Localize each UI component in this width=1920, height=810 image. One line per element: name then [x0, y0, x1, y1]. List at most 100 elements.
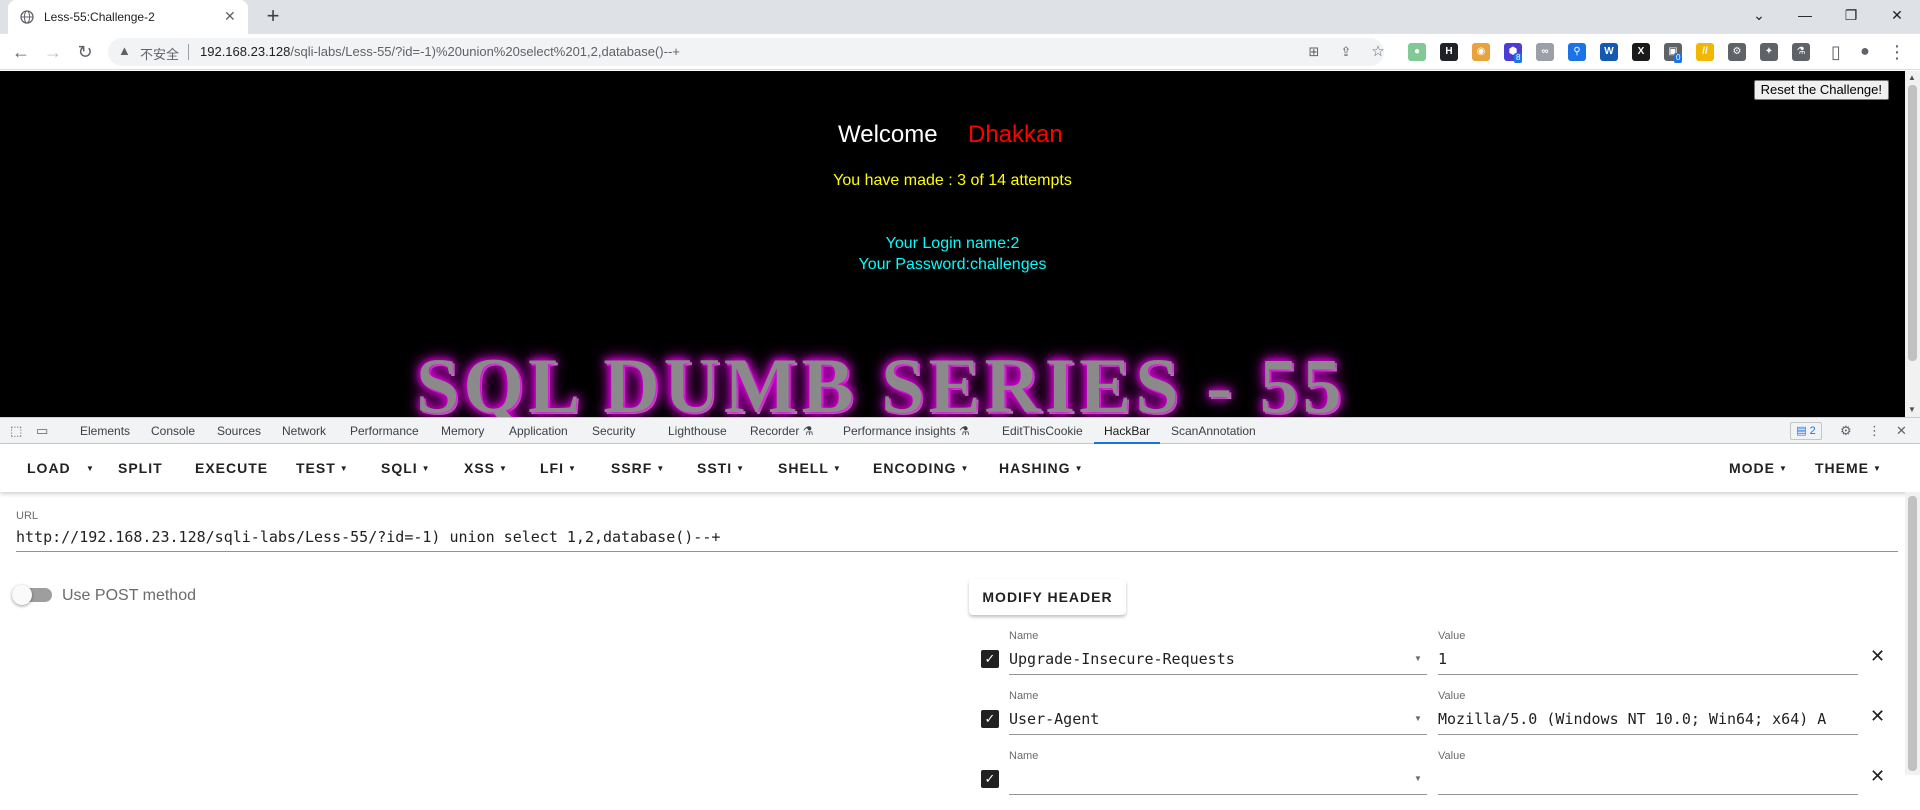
browser-menu-icon[interactable]: ⋮: [1885, 40, 1909, 64]
sidebar-icon[interactable]: ▯: [1824, 40, 1848, 64]
post-method-toggle-knob[interactable]: [12, 585, 32, 605]
omnibox-separator: [188, 44, 189, 60]
globe-icon: [20, 10, 34, 24]
profile-avatar-icon[interactable]: ●: [1853, 40, 1877, 64]
theme-menu[interactable]: THEME ▼: [1815, 460, 1882, 476]
header-enable-checkbox[interactable]: ✓: [981, 770, 999, 788]
header-name-dropdown-icon[interactable]: ▼: [1414, 654, 1422, 663]
devtools-tab-memory[interactable]: Memory: [441, 424, 484, 438]
hackbar-scroll-thumb[interactable]: [1908, 496, 1917, 771]
scroll-up-icon[interactable]: ▲: [1908, 73, 1916, 82]
devtools-tab-hackbar[interactable]: HackBar: [1104, 424, 1150, 438]
devtools-tab-recorder[interactable]: Recorder ⚗: [750, 424, 813, 438]
devtools-tab-security[interactable]: Security: [592, 424, 635, 438]
share-icon[interactable]: ⇪: [1338, 44, 1354, 60]
devtools-tab-performance[interactable]: Performance: [350, 424, 419, 438]
tab-search-icon[interactable]: ⌄: [1736, 0, 1782, 30]
url-text[interactable]: 192.168.23.128/sqli-labs/Less-55/?id=-1)…: [200, 44, 680, 59]
settings-gear-icon[interactable]: ⚙: [1840, 423, 1852, 439]
delete-header-icon[interactable]: ✕: [1870, 706, 1885, 727]
inspect-element-icon[interactable]: ⬚: [10, 423, 22, 439]
theme-menu-label: THEME: [1815, 460, 1869, 476]
header-name-dropdown-icon[interactable]: ▼: [1414, 714, 1422, 723]
reload-button[interactable]: ↻: [73, 40, 97, 64]
delete-header-icon[interactable]: ✕: [1870, 646, 1885, 667]
device-toolbar-icon[interactable]: ▭: [36, 423, 48, 439]
address-bar[interactable]: ▲ 不安全 192.168.23.128/sqli-labs/Less-55/?…: [108, 38, 1386, 66]
test-menu[interactable]: TEST ▼: [296, 460, 349, 476]
header-value-input[interactable]: Mozilla/5.0 (Windows NT 10.0; Win64; x64…: [1438, 710, 1858, 735]
forward-button[interactable]: →: [41, 40, 65, 64]
load-button[interactable]: LOAD: [27, 460, 71, 476]
translate-icon[interactable]: ⊞: [1306, 44, 1322, 60]
h-ext-icon[interactable]: H: [1440, 43, 1458, 61]
execute-button[interactable]: EXECUTE: [195, 460, 268, 476]
puzzle-ext-icon[interactable]: ✦: [1760, 43, 1778, 61]
header-name-input[interactable]: Upgrade-Insecure-Requests: [1009, 650, 1427, 675]
pin-ext-icon[interactable]: ⚲: [1568, 43, 1586, 61]
devtools-tab-sources[interactable]: Sources: [217, 424, 261, 438]
mode-menu[interactable]: MODE ▼: [1729, 460, 1788, 476]
minimize-button[interactable]: —: [1782, 0, 1828, 30]
devtools-close-icon[interactable]: ✕: [1896, 423, 1907, 439]
scroll-down-icon[interactable]: ▼: [1908, 405, 1916, 414]
split-button[interactable]: SPLIT: [118, 460, 163, 476]
cookie-ext-icon[interactable]: ◉: [1472, 43, 1490, 61]
new-tab-button[interactable]: +: [260, 4, 286, 30]
delete-header-icon[interactable]: ✕: [1870, 766, 1885, 787]
devtools-tab-scanannotation[interactable]: ScanAnnotation: [1171, 424, 1256, 438]
header-name-input[interactable]: [1009, 770, 1427, 795]
circle-ext-icon[interactable]: ●: [1408, 43, 1426, 61]
xss-menu[interactable]: XSS ▼: [464, 460, 508, 476]
tab-strip: Less-55:Challenge-2 ✕ + ⌄ — ❐ ✕: [0, 0, 1920, 34]
ssti-menu[interactable]: SSTI ▼: [697, 460, 745, 476]
encoding-menu[interactable]: ENCODING ▼: [873, 460, 969, 476]
stripes-ext-icon[interactable]: //: [1696, 43, 1714, 61]
reset-challenge-button[interactable]: Reset the Challenge!: [1753, 80, 1889, 100]
encoding-menu-label: ENCODING: [873, 460, 957, 476]
tab-close-icon[interactable]: ✕: [224, 8, 236, 25]
url-input[interactable]: http://192.168.23.128/sqli-labs/Less-55/…: [16, 528, 1898, 552]
devtools-tab-application[interactable]: Application: [509, 424, 568, 438]
page-scrollbar[interactable]: ▲ ▼: [1905, 71, 1920, 417]
ssrf-menu[interactable]: SSRF ▼: [611, 460, 665, 476]
hackbar-scrollbar[interactable]: [1905, 492, 1920, 775]
browser-tab[interactable]: Less-55:Challenge-2 ✕: [8, 0, 248, 34]
header-value-input[interactable]: 1: [1438, 650, 1858, 675]
link-ext-icon[interactable]: ∞: [1536, 43, 1554, 61]
bookmark-star-icon[interactable]: ☆: [1370, 44, 1386, 60]
header-value-input[interactable]: [1438, 770, 1858, 795]
devtools-tab-lighthouse[interactable]: Lighthouse: [668, 424, 727, 438]
header-name-dropdown-icon[interactable]: ▼: [1414, 774, 1422, 783]
shell-menu[interactable]: SHELL ▼: [778, 460, 842, 476]
devtools-tab-elements[interactable]: Elements: [80, 424, 130, 438]
x-ext-icon[interactable]: X: [1632, 43, 1650, 61]
modify-header-button[interactable]: MODIFY HEADER: [969, 579, 1126, 615]
devtools-menu-icon[interactable]: ⋮: [1868, 423, 1881, 439]
issues-badge[interactable]: ▤ 2: [1790, 422, 1822, 440]
insecure-label[interactable]: 不安全: [140, 44, 179, 63]
devtools-tab-performance-insights[interactable]: Performance insights ⚗: [843, 424, 970, 438]
header-enable-checkbox[interactable]: ✓: [981, 710, 999, 728]
welcome-name: Dhakkan: [968, 121, 1063, 148]
header-name-input[interactable]: User-Agent: [1009, 710, 1427, 735]
flask-ext-icon[interactable]: ⚗: [1792, 43, 1810, 61]
maximize-button[interactable]: ❐: [1828, 0, 1874, 30]
wappalyzer-ext-icon[interactable]: W: [1600, 43, 1618, 61]
sqli-menu[interactable]: SQLI ▼: [381, 460, 431, 476]
lfi-menu[interactable]: LFI ▼: [540, 460, 577, 476]
sqli-menu-label: SQLI: [381, 460, 418, 476]
back-button[interactable]: ←: [9, 40, 33, 64]
devtools-tab-editthiscookie[interactable]: EditThisCookie: [1002, 424, 1083, 438]
close-window-button[interactable]: ✕: [1874, 0, 1920, 30]
warning-triangle-icon[interactable]: ▲: [118, 43, 131, 58]
load-dropdown-icon[interactable]: ▼: [86, 464, 95, 473]
hashing-menu[interactable]: HASHING ▼: [999, 460, 1083, 476]
gear-ext-icon[interactable]: ⚙: [1728, 43, 1746, 61]
test-menu-label: TEST: [296, 460, 336, 476]
scan-ext-badge: 0: [1674, 53, 1683, 63]
scroll-thumb[interactable]: [1908, 85, 1917, 361]
devtools-tab-console[interactable]: Console: [151, 424, 195, 438]
header-enable-checkbox[interactable]: ✓: [981, 650, 999, 668]
devtools-tab-network[interactable]: Network: [282, 424, 326, 438]
